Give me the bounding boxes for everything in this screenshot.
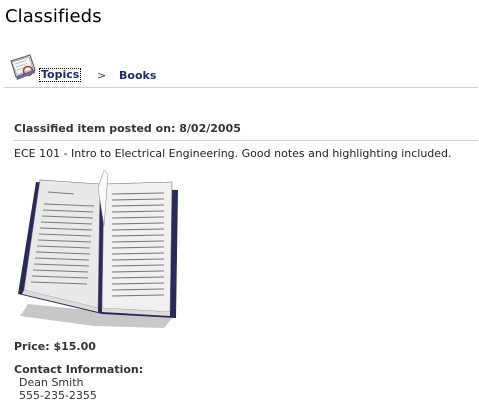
contact-heading: Contact Information: [14,363,144,376]
breadcrumb-current-books: Books [119,69,157,82]
item-price: Price: $15.00 [14,340,96,353]
divider [14,140,478,141]
page-title: Classifieds [5,6,102,27]
divider [4,87,478,88]
breadcrumb-topics-link[interactable]: Topics [39,68,82,82]
contact-name: Dean Smith [19,376,84,389]
breadcrumb-separator: > [97,69,107,82]
open-book-image [18,169,178,328]
item-description: ECE 101 - Intro to Electrical Engineerin… [14,147,452,160]
contact-phone: 555-235-2355 [19,389,97,402]
breadcrumb: Topics > Books [8,52,478,84]
posted-date-heading: Classified item posted on: 8/02/2005 [14,122,241,135]
topics-book-icon[interactable] [8,52,38,82]
